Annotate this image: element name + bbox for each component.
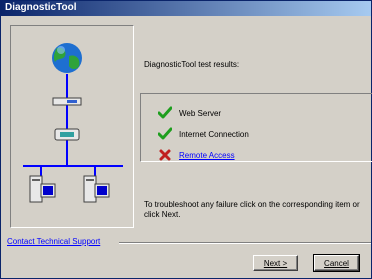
globe-icon [52, 43, 82, 73]
cancel-button-label: Cancel [324, 258, 349, 268]
green-check-icon [158, 127, 172, 140]
next-button-label: Next > [263, 258, 288, 268]
results-heading: DiagnosticTool test results: [144, 60, 240, 69]
green-check-icon [158, 106, 172, 119]
result-item-label: Internet Connection [179, 129, 249, 139]
computer-icon [29, 175, 56, 203]
contact-support-link[interactable]: Contact Technical Support [7, 237, 104, 246]
cancel-button[interactable]: Cancel [313, 254, 360, 272]
window-title: DiagnosticTool [5, 2, 77, 13]
next-button[interactable]: Next > [253, 255, 298, 271]
red-x-icon [159, 149, 171, 161]
title-bar[interactable]: DiagnosticTool [1, 1, 371, 16]
router-icon [52, 97, 82, 106]
result-item-label: Web Server [179, 108, 222, 118]
diagnostic-window: DiagnosticTool DiagnosticTool test resul… [0, 0, 372, 279]
footer-divider [119, 242, 371, 244]
network-diagram [23, 43, 123, 203]
computer-icon [83, 175, 110, 203]
remote-access-link[interactable]: Remote Access [179, 151, 235, 160]
hub-icon [54, 128, 80, 141]
results-panel [140, 93, 372, 162]
troubleshoot-hint: To troubleshoot any failure click on the… [144, 200, 360, 219]
network-illustration [10, 25, 134, 228]
